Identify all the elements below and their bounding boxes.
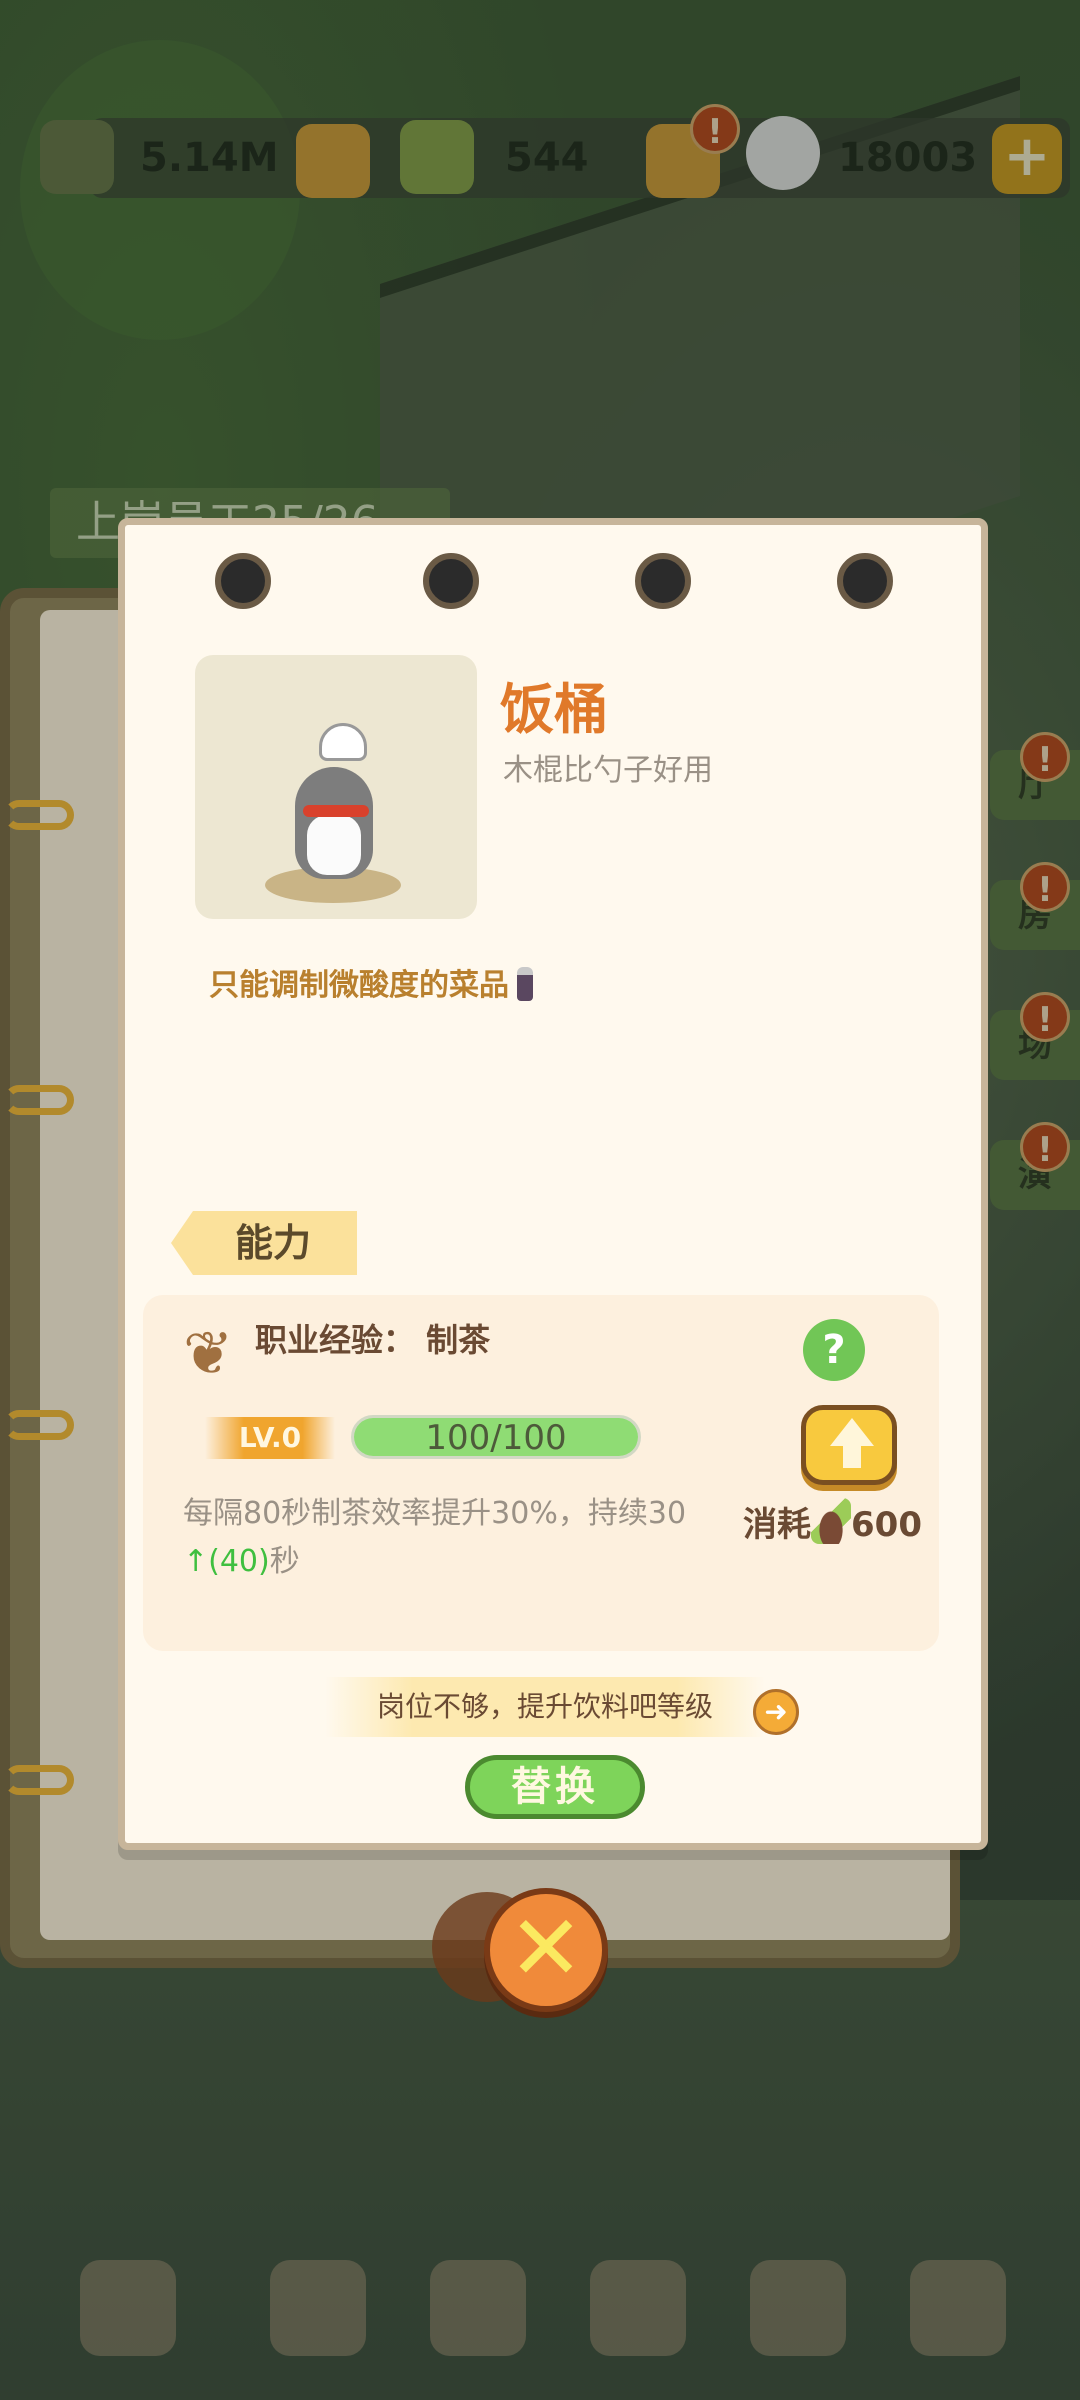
slot-notice: 岗位不够，提升饮料吧等级	[325, 1677, 765, 1737]
staff-name: 饭桶	[500, 678, 608, 741]
binder-ring	[4, 1085, 74, 1115]
pot-icon[interactable]	[270, 2260, 366, 2356]
card-hole	[837, 553, 893, 609]
menu-book-icon[interactable]	[430, 2260, 526, 2356]
card-hole	[635, 553, 691, 609]
close-icon: ✕	[508, 1896, 584, 2001]
binder-ring	[4, 1765, 74, 1795]
staff-trait-text: 只能调制微酸度的菜品	[209, 968, 509, 1003]
cost-label: 消耗	[743, 1505, 811, 1545]
ability-description: 每隔80秒制茶效率提升30%，持续30 ↑(40)秒	[183, 1490, 703, 1586]
ability-description-text: 每隔80秒制茶效率提升30%，持续30	[183, 1496, 687, 1531]
basket-icon[interactable]	[590, 2260, 686, 2356]
exp-progress-bar: 100/100	[351, 1415, 641, 1459]
card-hole	[215, 553, 271, 609]
staff-card-icon[interactable]	[750, 2260, 846, 2356]
chef-hat-icon	[319, 723, 367, 761]
staff-portrait	[195, 655, 477, 919]
shop-bag-icon[interactable]	[910, 2260, 1006, 2356]
ability-panel: ❦ 职业经验： 制茶 ? LV.0 100/100 每隔80秒制茶效率提升30%…	[143, 1295, 939, 1651]
help-icon[interactable]: ?	[803, 1319, 865, 1381]
penguin-chef-apron	[307, 815, 361, 875]
staff-trait: 只能调制微酸度的菜品	[209, 960, 533, 1004]
binder-ring	[4, 800, 74, 830]
vinegar-bottle-icon	[517, 967, 533, 1001]
staff-detail-card: 饭桶 木棍比勺子好用 只能调制微酸度的菜品 能力 ❦ 职业经验： 制茶 ? LV…	[118, 518, 988, 1850]
staff-tagline: 木棍比勺子好用	[503, 753, 713, 788]
profession-exp-label: 职业经验： 制茶	[255, 1321, 491, 1359]
ability-upgrade-preview: ↑(40)	[183, 1544, 270, 1579]
replace-button[interactable]: 替换	[465, 1755, 645, 1819]
close-button[interactable]: ✕	[484, 1888, 608, 2012]
ability-duration-unit: 秒	[269, 1544, 300, 1579]
upgrade-button[interactable]	[801, 1405, 897, 1485]
penguin-chef-scarf	[303, 805, 369, 817]
map-icon[interactable]	[80, 2260, 176, 2356]
bamboo-shoot-icon	[811, 1498, 851, 1544]
ability-section-tab: 能力	[171, 1211, 357, 1275]
cost-value: 600	[851, 1505, 922, 1545]
go-arrow-icon[interactable]: ➜	[753, 1689, 799, 1735]
level-badge: LV.0	[205, 1417, 335, 1459]
binder-ring	[4, 1410, 74, 1440]
upgrade-cost: 消耗 600	[743, 1497, 922, 1546]
exp-progress-text: 100/100	[425, 1418, 567, 1458]
wheat-icon: ❦	[183, 1319, 234, 1389]
card-hole	[423, 553, 479, 609]
